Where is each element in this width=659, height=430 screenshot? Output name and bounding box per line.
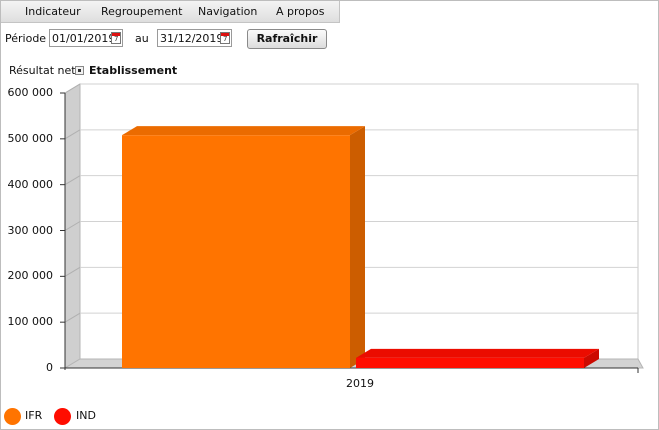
bar-ind-top xyxy=(356,348,599,358)
legend-swatch-ifr xyxy=(4,408,21,425)
bar-ifr-top xyxy=(122,126,365,136)
y-tick-label: 0 xyxy=(46,361,53,374)
bar-ifr xyxy=(122,135,350,368)
y-tick-label: 300 000 xyxy=(7,223,54,237)
app-window: Indicateur Regroupement Navigation A pro… xyxy=(0,0,659,430)
legend-label-ind: IND xyxy=(76,409,96,422)
y-tick-label: 100 000 xyxy=(7,315,54,329)
bar-ind xyxy=(356,357,584,368)
y-tick-label: 400 000 xyxy=(7,177,54,191)
legend-swatch-ind xyxy=(54,408,71,425)
bar-ifr-side xyxy=(350,126,365,369)
x-tick-label: 2019 xyxy=(346,377,374,390)
y-tick-label: 600 000 xyxy=(7,86,54,99)
legend-label-ifr: IFR xyxy=(25,409,43,422)
y-tick-label: 200 000 xyxy=(7,269,54,283)
y-tick-label: 500 000 xyxy=(7,131,54,145)
chart-canvas xyxy=(60,83,644,373)
